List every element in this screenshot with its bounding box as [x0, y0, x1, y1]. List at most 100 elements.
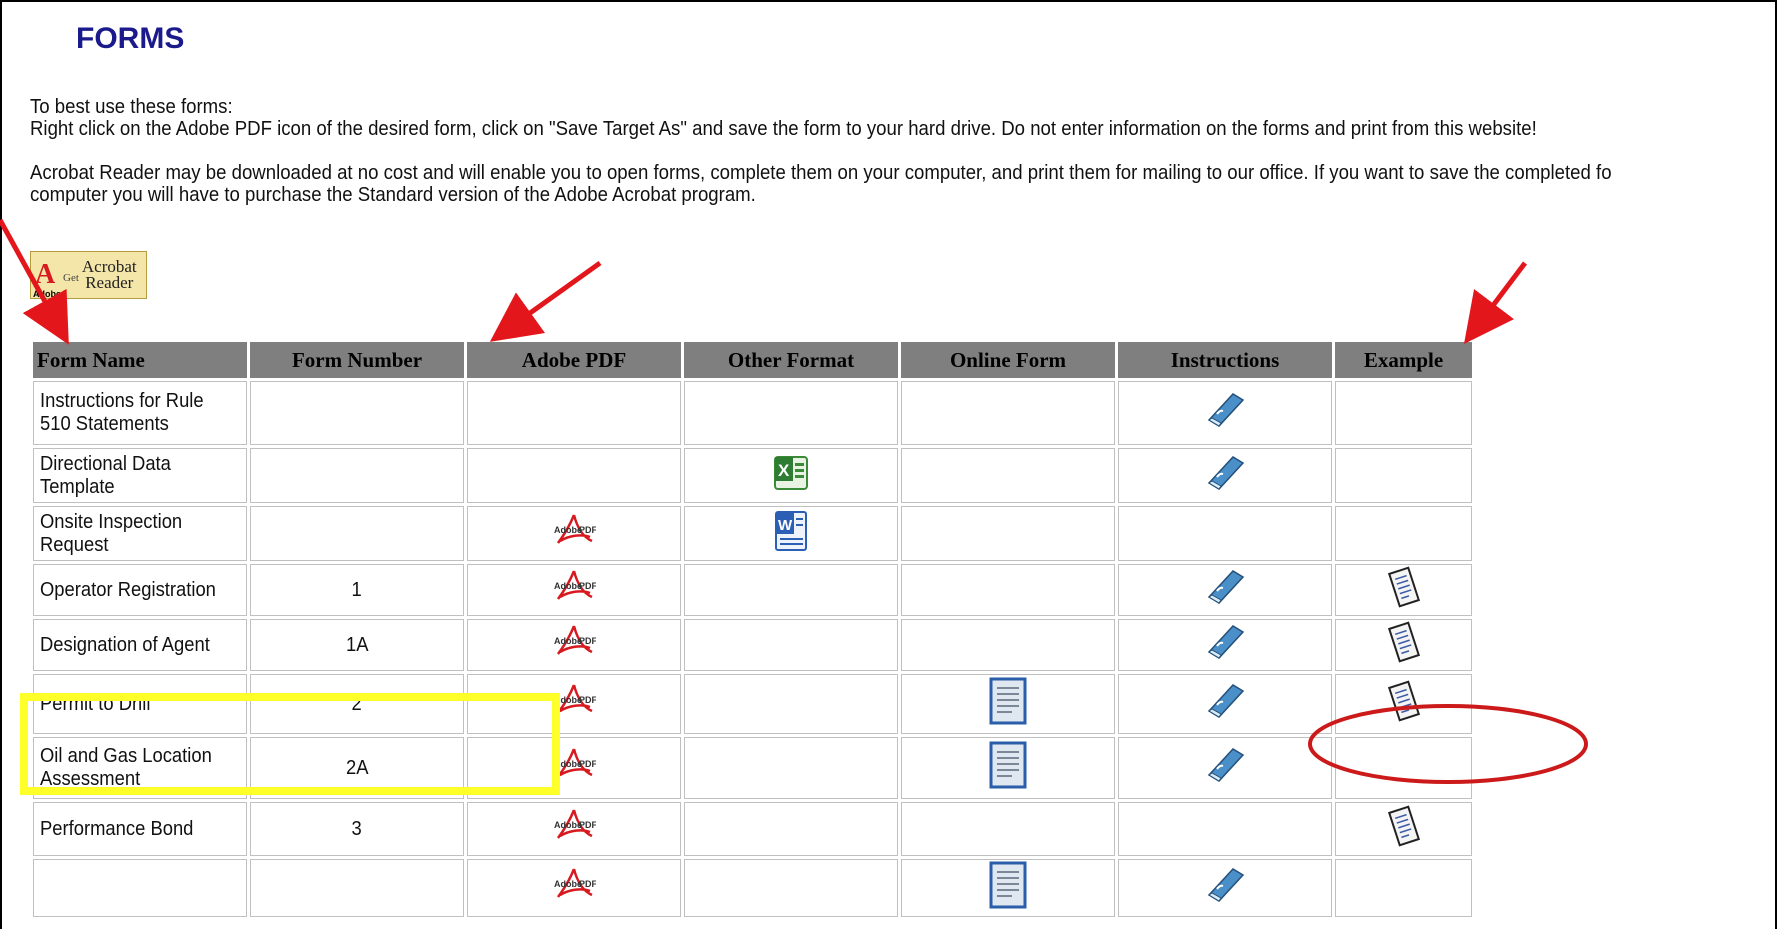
cell-form-name: Oil and Gas Location Assessment — [33, 737, 247, 799]
table-row: Adobe PDF — [33, 859, 1472, 917]
cell-form-number — [250, 506, 464, 561]
example-document-icon[interactable] — [1386, 680, 1422, 728]
table-row: Performance Bond 3 Adobe PDF — [33, 802, 1472, 856]
cell-form-number — [250, 448, 464, 503]
cell-instructions — [1118, 802, 1332, 856]
cell-other-format: W — [684, 506, 898, 561]
online-form-icon[interactable] — [988, 860, 1028, 916]
cell-other-format — [684, 859, 898, 917]
col-header-form-number: Form Number — [250, 342, 464, 378]
cell-example — [1335, 506, 1472, 561]
forms-table: Form Name Form Number Adobe PDF Other Fo… — [30, 339, 1475, 920]
cell-form-name: Performance Bond — [33, 802, 247, 856]
cell-form-name — [33, 859, 247, 917]
svg-text:PDF: PDF — [579, 525, 596, 535]
example-document-icon[interactable] — [1386, 566, 1422, 614]
form-number: 3 — [351, 817, 363, 840]
online-form-icon[interactable] — [988, 676, 1028, 732]
col-header-other-format: Other Format — [684, 342, 898, 378]
form-name: Operator Registration — [40, 578, 216, 601]
cell-online-form — [901, 802, 1115, 856]
cell-adobe-pdf — [467, 381, 681, 445]
instructions-book-icon[interactable] — [1203, 865, 1247, 911]
cell-example — [1335, 619, 1472, 671]
col-header-example: Example — [1335, 342, 1472, 378]
svg-text:Adobe: Adobe — [554, 820, 582, 830]
cell-example — [1335, 802, 1472, 856]
cell-example — [1335, 859, 1472, 917]
adobe-pdf-icon[interactable]: Adobe PDF — [552, 511, 598, 557]
intro-line: To best use these forms: — [30, 96, 233, 118]
cell-other-format — [684, 674, 898, 734]
form-name: Oil and Gas Location Assessment — [40, 745, 212, 790]
table-row: Operator Registration 1 Adobe PDF — [33, 564, 1472, 616]
cell-example — [1335, 737, 1472, 799]
adobe-pdf-icon[interactable]: Adobe PDF — [552, 567, 598, 613]
cell-instructions — [1118, 381, 1332, 445]
example-document-icon[interactable] — [1386, 621, 1422, 669]
col-header-form-name: Form Name — [33, 342, 247, 378]
form-number: 2 — [351, 692, 363, 715]
get-acrobat-reader-button[interactable]: A Adobe Get Acrobat Reader — [30, 251, 147, 299]
svg-text:PDF: PDF — [579, 759, 596, 769]
cell-adobe-pdf — [467, 448, 681, 503]
example-document-icon[interactable] — [1386, 805, 1422, 853]
svg-text:Adobe: Adobe — [554, 879, 582, 889]
cell-online-form — [901, 381, 1115, 445]
instructions-book-icon[interactable] — [1203, 567, 1247, 613]
cell-form-number: 1 — [250, 564, 464, 616]
excel-icon[interactable]: X — [771, 453, 811, 499]
cell-form-name: Instructions for Rule 510 Statements — [33, 381, 247, 445]
cell-form-number: 2A — [250, 737, 464, 799]
table-row: Designation of Agent 1A Adobe PDF — [33, 619, 1472, 671]
table-row: Instructions for Rule 510 Statements — [33, 381, 1472, 445]
cell-instructions — [1118, 674, 1332, 734]
cell-other-format: X — [684, 448, 898, 503]
cell-other-format — [684, 564, 898, 616]
cell-form-name: Directional Data Template — [33, 448, 247, 503]
table-header-row: Form Name Form Number Adobe PDF Other Fo… — [33, 342, 1472, 378]
svg-text:Adobe: Adobe — [554, 759, 582, 769]
table-row: Permit to Drill 2 Adobe PDF — [33, 674, 1472, 734]
svg-text:Adobe: Adobe — [554, 525, 582, 535]
word-icon[interactable]: W — [771, 509, 811, 559]
cell-example — [1335, 381, 1472, 445]
intro-line: Acrobat Reader may be downloaded at no c… — [30, 162, 1612, 184]
cell-form-name: Onsite Inspection Request — [33, 506, 247, 561]
cell-adobe-pdf: Adobe PDF — [467, 859, 681, 917]
cell-form-number: 1A — [250, 619, 464, 671]
svg-text:X: X — [778, 461, 790, 480]
cell-instructions — [1118, 859, 1332, 917]
table-row: Directional Data Template X — [33, 448, 1472, 503]
svg-text:PDF: PDF — [579, 581, 596, 591]
intro-line: Right click on the Adobe PDF icon of the… — [30, 118, 1537, 140]
adobe-pdf-icon[interactable]: Adobe PDF — [552, 622, 598, 668]
adobe-pdf-icon[interactable]: Adobe PDF — [552, 745, 598, 791]
cell-instructions — [1118, 619, 1332, 671]
instructions-book-icon[interactable] — [1203, 622, 1247, 668]
svg-text:W: W — [778, 517, 793, 534]
adobe-pdf-icon[interactable]: Adobe PDF — [552, 865, 598, 911]
intro-text: To best use these forms: Right click on … — [30, 96, 1667, 206]
cell-other-format — [684, 802, 898, 856]
cell-form-number — [250, 381, 464, 445]
cell-example — [1335, 448, 1472, 503]
cell-instructions — [1118, 448, 1332, 503]
instructions-book-icon[interactable] — [1203, 390, 1247, 436]
form-number: 2A — [345, 756, 369, 779]
instructions-book-icon[interactable] — [1203, 453, 1247, 499]
adobe-pdf-icon[interactable]: Adobe PDF — [552, 806, 598, 852]
instructions-book-icon[interactable] — [1203, 745, 1247, 791]
form-name: Permit to Drill — [40, 692, 151, 715]
cell-online-form — [901, 619, 1115, 671]
form-name: Directional Data Template — [40, 452, 171, 498]
col-header-online-form: Online Form — [901, 342, 1115, 378]
cell-form-number: 2 — [250, 674, 464, 734]
online-form-icon[interactable] — [988, 740, 1028, 796]
table-row: Onsite Inspection Request Adobe PDF W — [33, 506, 1472, 561]
adobe-pdf-icon[interactable]: Adobe PDF — [552, 681, 598, 727]
cell-other-format — [684, 619, 898, 671]
svg-text:Adobe: Adobe — [554, 636, 582, 646]
instructions-book-icon[interactable] — [1203, 681, 1247, 727]
intro-line: computer you will have to purchase the S… — [30, 184, 756, 206]
